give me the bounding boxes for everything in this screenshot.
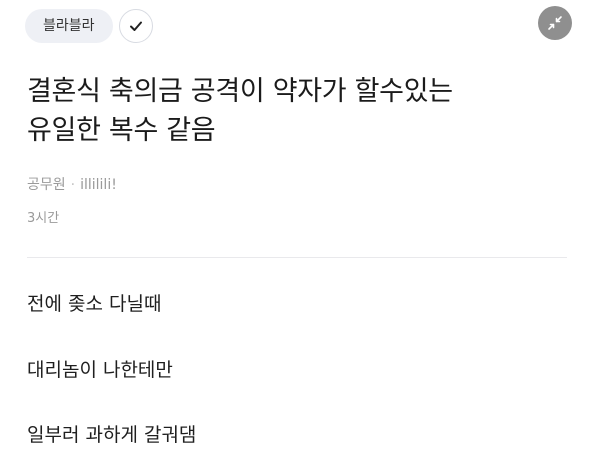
post-title-line-2: 유일한 복수 같음 [27, 115, 216, 146]
tag-row: 블라블라 [25, 9, 153, 43]
post-title-line-1: 결혼식 축의금 공격이 약자가 할수있는 [27, 76, 453, 107]
post-body-line-2: 대리놈이 나한테만 [27, 359, 173, 381]
check-button[interactable] [118, 9, 153, 43]
post-title: 결혼식 축의금 공격이 약자가 할수있는 유일한 복수 같음 [27, 72, 567, 150]
author-company[interactable]: 공무원 [27, 177, 66, 193]
collapse-arrows-icon [548, 16, 562, 30]
category-chip[interactable]: 블라블라 [25, 9, 113, 43]
collapse-button[interactable] [538, 6, 572, 40]
author-name[interactable]: illilili! [80, 177, 117, 193]
checkmark-icon [129, 21, 142, 31]
author-meta: 공무원 · illilili! [27, 174, 117, 194]
post-body-line-1: 전에 좆소 다닐때 [27, 293, 162, 315]
divider [27, 257, 567, 258]
post-body-line-3: 일부러 과하게 갈궈댐 [27, 424, 197, 446]
post-time: 3시간 [27, 211, 60, 226]
meta-separator-dot: · [70, 177, 76, 193]
